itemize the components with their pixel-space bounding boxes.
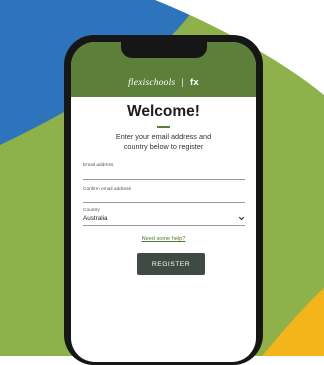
confirm-email-field-underline xyxy=(83,202,245,203)
brand-wordmark: flexischools xyxy=(128,78,176,88)
title-underline xyxy=(157,126,170,128)
page-subtitle: Enter your email address and country bel… xyxy=(83,132,244,151)
brand-logo: flexischools | fx xyxy=(71,77,256,88)
country-select-underline xyxy=(83,225,245,226)
page-title: Welcome! xyxy=(127,103,200,120)
help-link[interactable]: Need some help? xyxy=(71,236,256,242)
partner-logo-icon: fx xyxy=(190,77,199,88)
chevron-down-icon[interactable] xyxy=(237,214,246,223)
brand-divider: | xyxy=(181,77,185,88)
phone-frame: flexischools | fx Welcome! Enter your emai… xyxy=(64,35,263,365)
email-field[interactable] xyxy=(83,173,245,182)
email-label: Email address xyxy=(83,163,114,168)
phone-notch xyxy=(120,42,207,58)
register-button[interactable]: REGISTER xyxy=(137,253,205,275)
phone-screen: flexischools | fx Welcome! Enter your emai… xyxy=(71,42,256,362)
confirm-email-label: Confirm email address xyxy=(83,187,131,192)
country-label: Country xyxy=(83,208,100,213)
country-select[interactable]: Australia xyxy=(83,215,108,222)
subtitle-line-2: country below to register xyxy=(123,141,204,151)
email-field-underline xyxy=(83,179,245,180)
subtitle-line-1: Enter your email address and xyxy=(115,132,212,141)
